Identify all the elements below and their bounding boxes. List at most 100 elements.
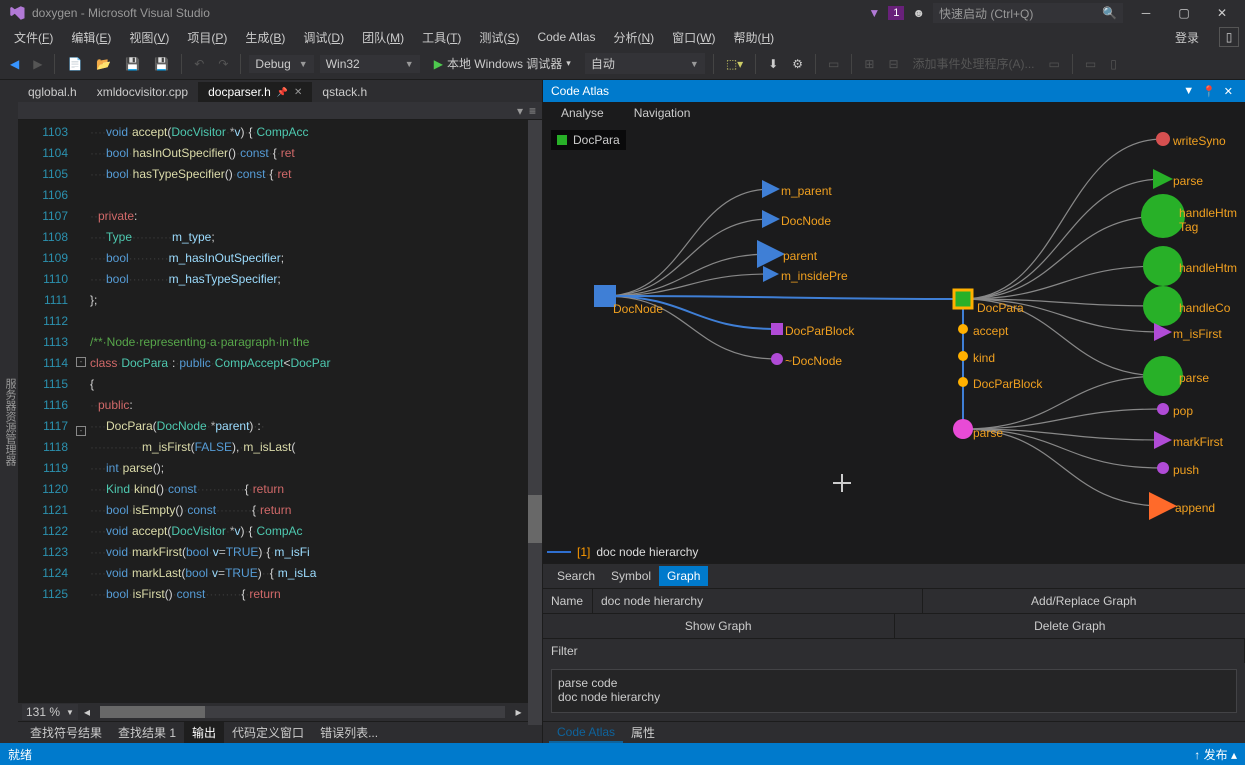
graph-node-m_isFirst[interactable]: m_isFirst: [1173, 327, 1222, 341]
left-toolwindow-strip[interactable]: 服务器资源管理器: [0, 80, 18, 743]
atlas-tab-search[interactable]: Search: [549, 566, 603, 586]
new-file-icon[interactable]: 📄: [63, 55, 86, 73]
editor-vscrollbar[interactable]: [528, 120, 542, 725]
menu-视图[interactable]: 视图(V): [121, 27, 177, 48]
flag-icon[interactable]: ▼: [868, 6, 880, 20]
graph-node-push[interactable]: push: [1173, 463, 1199, 477]
filter-list[interactable]: parse codedoc node hierarchy: [551, 669, 1237, 713]
menu-工具[interactable]: 工具(T): [414, 27, 469, 48]
save-icon[interactable]: 💾: [121, 55, 144, 73]
scroll-left-icon[interactable]: ◂: [84, 705, 90, 719]
atlas-tab-symbol[interactable]: Symbol: [603, 566, 659, 586]
save-all-icon[interactable]: 💾: [150, 55, 173, 73]
feedback-icon[interactable]: ☻: [912, 6, 925, 20]
filter-item[interactable]: doc node hierarchy: [558, 690, 1230, 704]
menu-分析[interactable]: 分析(N): [605, 27, 662, 48]
menu-窗口[interactable]: 窗口(W): [664, 27, 723, 48]
nav-back-button[interactable]: ◀: [6, 55, 23, 73]
zoom-combo[interactable]: 131 %▼: [22, 704, 78, 720]
graph-node-markFirst[interactable]: markFirst: [1173, 435, 1223, 449]
menu-测试[interactable]: 测试(S): [471, 27, 527, 48]
graph-node-tDocNode[interactable]: ~DocNode: [785, 354, 842, 368]
graph-node-m_insidePre[interactable]: m_insidePre: [781, 269, 848, 283]
filter-item[interactable]: parse code: [558, 676, 1230, 690]
toolwin-tab-2[interactable]: 输出: [184, 722, 224, 743]
settings-icon[interactable]: ⚙: [788, 55, 807, 73]
notification-badge[interactable]: 1: [888, 6, 904, 20]
graph-node-DocPara[interactable]: DocPara: [977, 301, 1024, 315]
name-input[interactable]: doc node hierarchy: [593, 589, 923, 613]
tab-qglobal.h[interactable]: qglobal.h: [18, 82, 87, 102]
run-debugger-button[interactable]: ▶本地 Windows 调试器▾: [426, 53, 579, 74]
menu-调试[interactable]: 调试(D): [295, 27, 352, 48]
pin-icon[interactable]: 📌: [277, 87, 288, 98]
graph-node-pop[interactable]: pop: [1173, 404, 1193, 418]
graph-node-parent[interactable]: parent: [783, 249, 817, 263]
tab-qstack.h[interactable]: qstack.h: [312, 82, 377, 102]
navigation-bar[interactable]: ▾ ≡: [18, 102, 542, 120]
tab-docparser.h[interactable]: docparser.h📌✕: [198, 82, 312, 102]
maximize-button[interactable]: ▢: [1169, 2, 1199, 24]
fold-icon[interactable]: -: [76, 426, 86, 436]
open-file-icon[interactable]: 📂: [92, 55, 115, 73]
graph-node-DocParBlock[interactable]: DocParBlock: [785, 324, 854, 338]
graph-node-handleHtmTag[interactable]: handleHtm Tag: [1179, 206, 1237, 234]
graph-node-handleHtm[interactable]: handleHtm: [1179, 261, 1237, 275]
graph-node-append[interactable]: append: [1175, 501, 1215, 515]
platform-combo[interactable]: Win32▼: [320, 55, 420, 73]
quick-launch-input[interactable]: 快速启动 (Ctrl+Q) 🔍: [933, 3, 1123, 23]
code-text[interactable]: ····void·accept(DocVisitor·*v)·{·CompAcc…: [90, 120, 542, 703]
toolwin-tab-0[interactable]: 查找符号结果: [22, 722, 110, 743]
minimize-button[interactable]: ─: [1131, 2, 1161, 24]
tab-xmldocvisitor.cpp[interactable]: xmldocvisitor.cpp: [87, 82, 198, 102]
auto-combo[interactable]: 自动▼: [585, 53, 705, 74]
atlas-footer-tab-0[interactable]: Code Atlas: [549, 723, 623, 743]
download-icon[interactable]: ⬇: [764, 55, 782, 73]
menu-团队[interactable]: 团队(M): [354, 27, 412, 48]
split-icon[interactable]: ≡: [529, 104, 536, 118]
add-replace-graph-button[interactable]: Add/Replace Graph: [923, 589, 1245, 613]
atlas-close-icon[interactable]: ✕: [1220, 85, 1237, 98]
menu-生成[interactable]: 生成(B): [237, 27, 293, 48]
show-graph-button[interactable]: Show Graph: [543, 614, 895, 638]
user-icon[interactable]: ▯: [1219, 27, 1239, 47]
toolwin-tab-4[interactable]: 错误列表...: [312, 722, 386, 743]
menu-文件[interactable]: 文件(F): [6, 27, 61, 48]
graph-node-parse2[interactable]: parse: [1173, 174, 1203, 188]
graph-node-writeSyno[interactable]: writeSyno: [1173, 134, 1226, 148]
code-area[interactable]: 1103110411051106110711081109111011111112…: [18, 120, 542, 703]
menu-项目[interactable]: 项目(P): [179, 27, 235, 48]
graph-node-DocNode2[interactable]: DocNode: [781, 214, 831, 228]
toolwin-tab-1[interactable]: 查找结果 1: [110, 722, 184, 743]
graph-node-handleCo[interactable]: handleCo: [1179, 301, 1230, 315]
config-combo[interactable]: Debug▼: [249, 55, 313, 73]
graph-node-parseM[interactable]: parse: [973, 426, 1003, 440]
atlas-tool-icon[interactable]: ⬚▾: [722, 55, 747, 73]
atlas-dropdown-icon[interactable]: ▼: [1179, 85, 1198, 97]
graph-node-parse3[interactable]: parse: [1179, 371, 1209, 385]
toolwin-tab-3[interactable]: 代码定义窗口: [224, 722, 312, 743]
login-button[interactable]: 登录: [1165, 27, 1209, 48]
graph-node-m_parent[interactable]: m_parent: [781, 184, 832, 198]
atlas-graph-canvas[interactable]: DocPara [1] doc node hierarchy DocNodem_…: [543, 124, 1245, 563]
fold-icon[interactable]: -: [76, 357, 86, 367]
graph-node-accept[interactable]: accept: [973, 324, 1008, 338]
graph-node-kind[interactable]: kind: [973, 351, 995, 365]
atlas-tab-graph[interactable]: Graph: [659, 566, 708, 586]
graph-node-DocNode[interactable]: DocNode: [613, 302, 663, 316]
atlas-menu-analyse[interactable]: Analyse: [553, 104, 612, 122]
scroll-right-icon[interactable]: ▸: [515, 705, 521, 719]
editor-hscrollbar[interactable]: [100, 706, 506, 718]
outline-margin[interactable]: --: [76, 120, 90, 703]
menu-编辑[interactable]: 编辑(E): [63, 27, 119, 48]
close-button[interactable]: ✕: [1207, 2, 1237, 24]
delete-graph-button[interactable]: Delete Graph: [895, 614, 1245, 638]
atlas-menu-navigation[interactable]: Navigation: [626, 104, 699, 122]
atlas-pin-icon[interactable]: 📍: [1198, 85, 1220, 98]
graph-node-DocParBlock2[interactable]: DocParBlock: [973, 377, 1042, 391]
close-tab-icon[interactable]: ✕: [294, 87, 302, 98]
menu-帮助[interactable]: 帮助(H): [725, 27, 782, 48]
publish-button[interactable]: ↑ 发布 ▴: [1194, 746, 1237, 763]
menu-Code Atlas[interactable]: Code Atlas: [529, 28, 603, 46]
atlas-footer-tab-1[interactable]: 属性: [623, 722, 663, 743]
